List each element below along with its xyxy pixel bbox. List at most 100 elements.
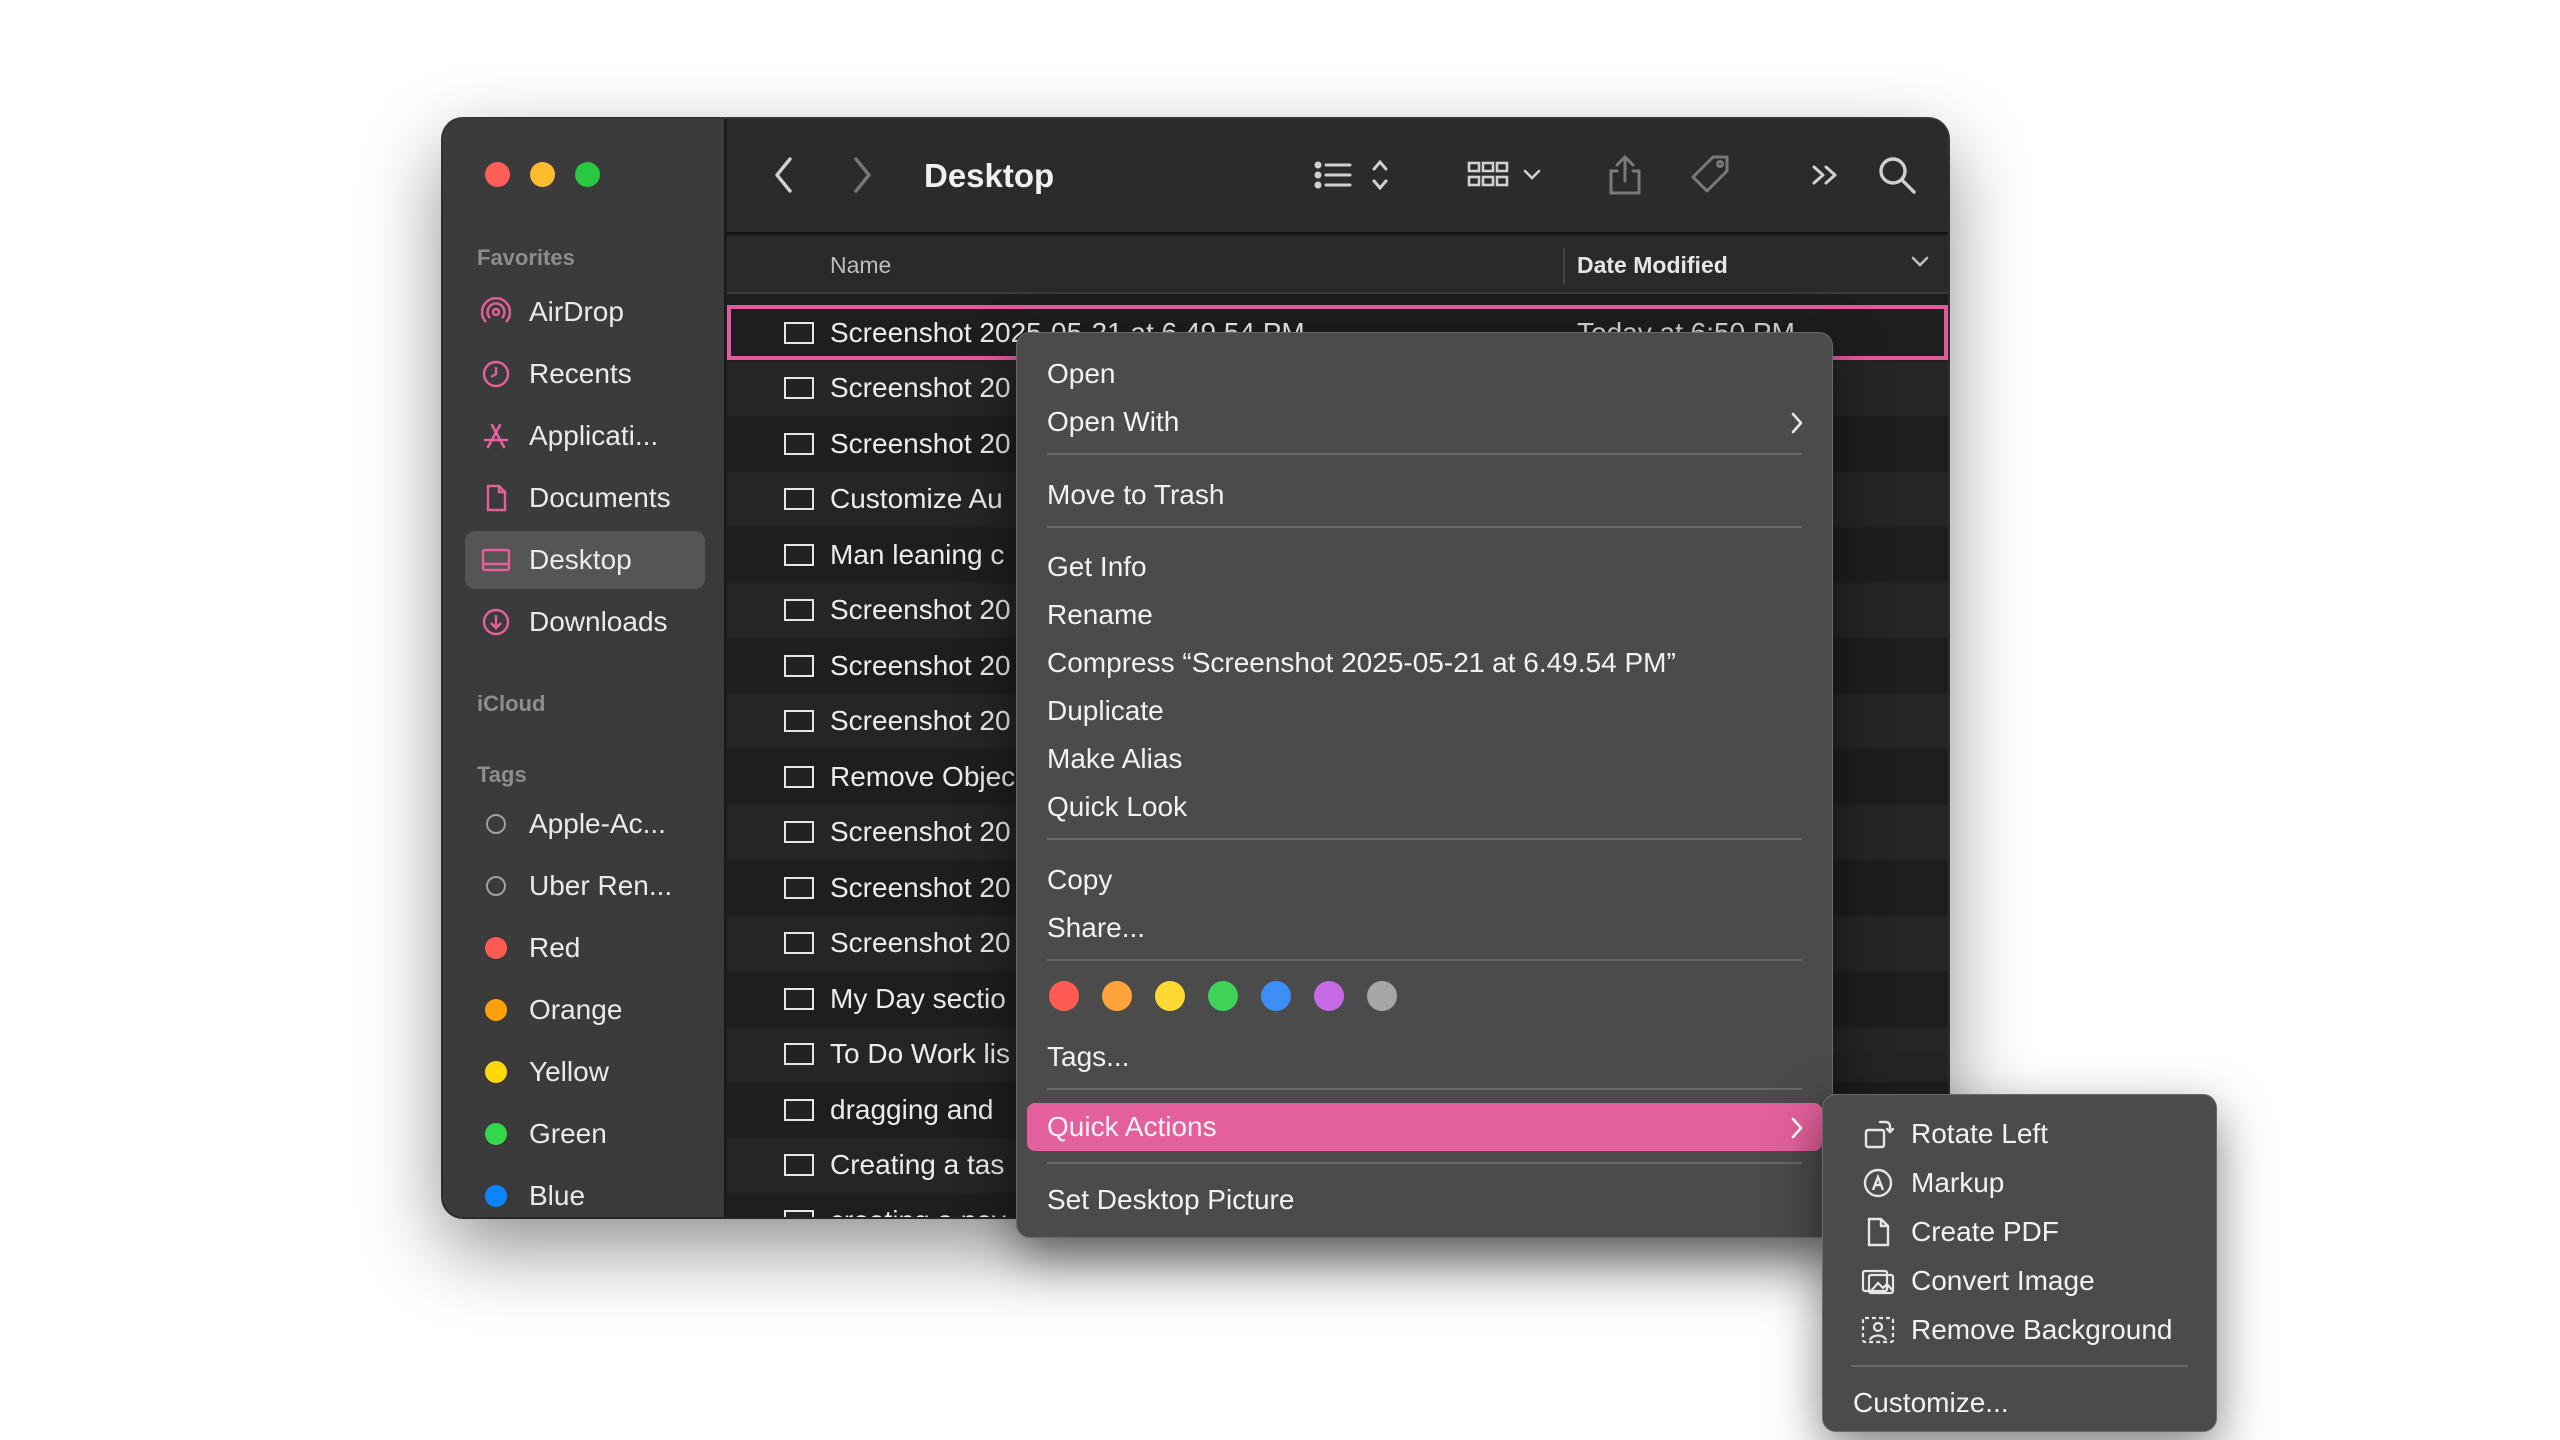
image-file-icon [784,377,814,399]
image-file-icon [784,543,814,566]
context-menu: Open Open With Move to Trash Get Info Re… [1016,332,1833,1238]
sidebar-item-label: Downloads [529,606,668,637]
column-name[interactable]: Name [830,252,891,279]
file-name: Screenshot 20 [830,705,1011,736]
sidebar-item-label: Uber Ren... [529,870,673,901]
sidebar-tag-green[interactable]: Green [465,1105,705,1163]
menu-item-label: Quick Actions [1047,1111,1217,1142]
sidebar-tag-uber[interactable]: Uber Ren... [465,857,705,915]
sidebar-item-label: AirDrop [529,296,624,327]
sidebar-item-desktop[interactable]: Desktop [465,531,705,589]
tag-dot-icon [485,937,507,959]
more-icon[interactable] [1809,153,1841,197]
tag-dot-icon [485,1185,507,1207]
file-name: Man leaning c [830,538,1005,570]
menu-open-with[interactable]: Open With [1017,398,1832,446]
icloud-heading: iCloud [477,691,546,716]
menu-get-info[interactable]: Get Info [1017,543,1832,591]
sidebar-item-label: Orange [529,994,623,1025]
file-name: Screenshot 20 [830,816,1011,847]
menu-move-to-trash[interactable]: Move to Trash [1017,471,1832,519]
quick-action-create-pdf[interactable]: Create PDF [1823,1208,2216,1256]
file-name: Screenshot 20 [830,927,1011,958]
image-file-icon [784,710,814,732]
tag-icon[interactable] [1689,153,1733,197]
menu-make-alias[interactable]: Make Alias [1017,735,1832,783]
file-name: Screenshot 20 [830,649,1011,681]
quick-action-convert-image[interactable]: Convert Image [1823,1257,2216,1305]
quick-action-label: Rotate Left [1911,1118,2048,1149]
markup-icon [1861,1166,1895,1200]
back-icon[interactable] [772,153,796,197]
menu-quick-actions[interactable]: Quick Actions [1027,1103,1822,1151]
image-file-icon [784,432,814,455]
image-file-icon [784,821,814,843]
menu-quick-look[interactable]: Quick Look [1017,783,1832,831]
tag-color-dot[interactable] [1367,981,1397,1011]
sidebar-item-recents[interactable]: Recents [465,345,705,403]
file-name: My Day sectio [830,982,1006,1014]
forward-icon[interactable] [850,153,874,197]
convert-image-icon [1861,1264,1895,1298]
chevron-down-icon[interactable] [1910,254,1930,275]
image-file-icon [784,1098,814,1121]
tag-color-dot[interactable] [1314,981,1344,1011]
column-date-modified[interactable]: Date Modified [1577,252,1728,279]
pdf-icon [1861,1215,1895,1249]
menu-copy[interactable]: Copy [1017,856,1832,904]
sidebar-tag-yellow[interactable]: Yellow [465,1043,705,1101]
tag-color-dot[interactable] [1208,981,1238,1011]
sidebar-item-label: Green [529,1118,607,1149]
download-icon [481,607,511,637]
chevron-right-icon [1790,410,1804,442]
menu-separator [1047,526,1802,528]
share-icon[interactable] [1607,153,1643,197]
quick-action-customize[interactable]: Customize... [1823,1379,2216,1427]
image-file-icon [784,488,814,510]
column-header: Name Date Modified [727,236,1948,294]
image-file-icon [784,1043,814,1065]
tag-ring-icon [486,876,506,896]
menu-compress[interactable]: Compress “Screenshot 2025-05-21 at 6.49.… [1017,639,1832,687]
tag-color-dot[interactable] [1102,981,1132,1011]
sidebar-item-label: Desktop [529,544,632,575]
tag-color-dot[interactable] [1155,981,1185,1011]
sidebar-item-label: Recents [529,358,632,389]
quick-action-rotate-left[interactable]: Rotate Left [1823,1110,2216,1158]
menu-share[interactable]: Share... [1017,904,1832,952]
zoom-button[interactable] [575,162,600,187]
file-name: Customize Au [830,483,1003,514]
search-icon[interactable] [1877,153,1917,197]
quick-action-markup[interactable]: Markup [1823,1159,2216,1207]
quick-action-remove-background[interactable]: Remove Background [1823,1306,2216,1354]
menu-tags[interactable]: Tags... [1017,1033,1832,1081]
minimize-button[interactable] [530,162,555,187]
group-icon[interactable] [1467,153,1549,197]
close-button[interactable] [485,162,510,187]
sidebar-tag-apple[interactable]: Apple-Ac... [465,795,705,853]
sidebar-tag-blue[interactable]: Blue [465,1167,705,1217]
document-icon [481,483,511,513]
sidebar-item-airdrop[interactable]: AirDrop [465,283,705,341]
sidebar: Favorites AirDrop Recents Applicati... D… [443,119,726,1217]
menu-open[interactable]: Open [1017,350,1832,398]
sidebar-item-applications[interactable]: Applicati... [465,407,705,465]
tag-color-dot[interactable] [1261,981,1291,1011]
sidebar-item-downloads[interactable]: Downloads [465,593,705,651]
menu-rename[interactable]: Rename [1017,591,1832,639]
quick-action-label: Create PDF [1911,1216,2059,1247]
sidebar-item-documents[interactable]: Documents [465,469,705,527]
file-name: dragging and [830,1093,994,1125]
sidebar-item-label: Apple-Ac... [529,808,666,839]
file-name: creating a nev [830,1205,1006,1218]
sidebar-tag-red[interactable]: Red [465,919,705,977]
tag-color-dot[interactable] [1049,981,1079,1011]
menu-duplicate[interactable]: Duplicate [1017,687,1832,735]
sidebar-tag-orange[interactable]: Orange [465,981,705,1039]
list-view-icon[interactable] [1312,153,1392,197]
image-file-icon [784,765,814,788]
sidebar-item-label: Blue [529,1180,586,1211]
menu-set-desktop-picture[interactable]: Set Desktop Picture [1017,1176,1832,1224]
rotate-left-icon [1861,1117,1895,1151]
file-name: Creating a tas [830,1149,1005,1180]
